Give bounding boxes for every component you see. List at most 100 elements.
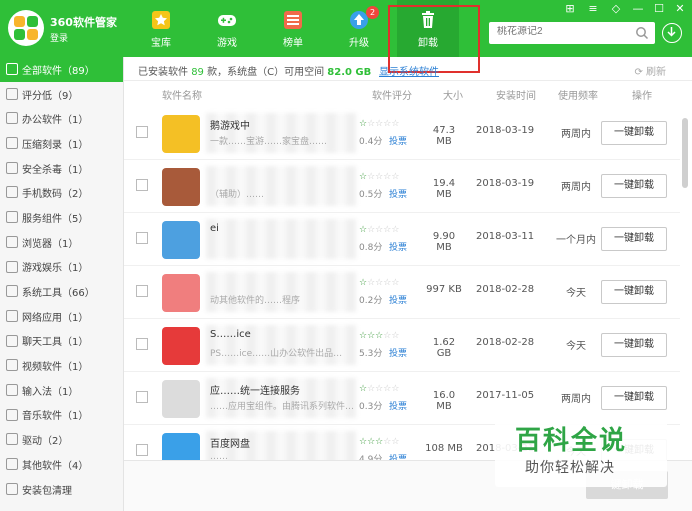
show-system-software-link[interactable]: 显示系统软件 xyxy=(379,63,439,78)
software-size: 19.4 MB xyxy=(432,178,456,200)
maximize-icon[interactable]: ☐ xyxy=(651,2,667,16)
software-size: 47.3 MB xyxy=(432,125,456,147)
table-row[interactable]: ei ☆☆☆☆☆ 0.8分 投票 9.90 MB 2018-03-11 一个月内 一键卸载 xyxy=(124,213,680,266)
app-icon xyxy=(162,274,200,312)
vote-link[interactable]: 投票 xyxy=(389,240,407,253)
uninstall-button[interactable]: 一键卸载 xyxy=(601,227,667,251)
star-icon: ☆ xyxy=(367,331,376,341)
star-icon: ☆ xyxy=(367,225,376,235)
table-row[interactable]: 动其他软件的……程序 ☆☆☆☆☆ 0.2分 投票 997 KB 2018-02-28 今天 一… xyxy=(124,266,680,319)
table-row[interactable]: （辅助）…… ☆☆☆☆☆ 0.5分 投票 19.4 MB 2018-03-19 两周内 一键卸… xyxy=(124,160,680,213)
column-header-frequency[interactable]: 使用频率 xyxy=(558,87,598,102)
keyboard-icon xyxy=(6,383,18,396)
tab-upgrade[interactable]: 2 升级 xyxy=(331,6,387,52)
sidebar-item-input-method[interactable]: 输入法（1） xyxy=(0,378,123,403)
star-icon: ☆ xyxy=(391,119,400,129)
close-icon[interactable]: ✕ xyxy=(672,2,688,16)
sidebar-item-network[interactable]: 网络应用（1） xyxy=(0,304,123,329)
install-date: 2018-02-28 xyxy=(476,284,535,295)
tab-ranking[interactable]: 榜单 xyxy=(265,8,321,52)
sidebar-item-browser[interactable]: 浏览器（1） xyxy=(0,230,123,255)
uninstall-button[interactable]: 一键卸载 xyxy=(601,386,667,410)
vote-link[interactable]: 投票 xyxy=(389,134,407,147)
install-date: 2017-11-05 xyxy=(476,390,535,401)
usage-frequency: 今天 xyxy=(566,341,586,352)
tab-label: 游戏 xyxy=(217,38,237,49)
sidebar-item-label: 全部软件（89） xyxy=(22,65,95,77)
category-sidebar: 全部软件（89） 评分低（9） 办公软件（1） 压缩刻录（1） 安全杀毒（1） … xyxy=(0,57,124,511)
sidebar-item-mobile[interactable]: 手机数码（2） xyxy=(0,180,123,205)
sidebar-item-chat[interactable]: 聊天工具（1） xyxy=(0,329,123,354)
row-checkbox[interactable] xyxy=(136,391,148,403)
install-date: 2018-03-19 xyxy=(476,178,535,189)
install-date: 2018-03-11 xyxy=(476,231,535,242)
more-grid-icon xyxy=(6,458,18,470)
vote-link[interactable]: 投票 xyxy=(389,399,407,412)
row-checkbox[interactable] xyxy=(136,338,148,350)
menu-icon[interactable]: ≡ xyxy=(585,2,601,16)
vote-link[interactable]: 投票 xyxy=(389,187,407,200)
rating-stars: ☆☆☆☆☆ xyxy=(359,119,399,129)
sidebar-item-label: 聊天工具（1） xyxy=(22,337,89,349)
star-icon: ☆ xyxy=(367,437,376,447)
login-link[interactable]: 登录 xyxy=(50,31,68,44)
column-header-size[interactable]: 大小 xyxy=(443,87,463,102)
sidebar-item-package-cleanup[interactable]: 安装包清理 xyxy=(0,477,123,502)
trash-icon xyxy=(422,11,434,28)
sidebar-item-low-rating[interactable]: 评分低（9） xyxy=(0,82,123,107)
vote-link[interactable]: 投票 xyxy=(389,293,407,306)
software-description: PS……ice……山办公软件出品… xyxy=(210,349,343,359)
sidebar-item-system-tools[interactable]: 系统工具（66） xyxy=(0,279,123,304)
vote-link[interactable]: 投票 xyxy=(389,346,407,359)
uninstall-button[interactable]: 一键卸载 xyxy=(601,174,667,198)
sidebar-item-games[interactable]: 游戏娱乐（1） xyxy=(0,255,123,280)
table-row[interactable]: 鹅游戏中 一款……宝游……家宝盘…… ☆☆☆☆☆ 0.4分 投票 47.3 MB 2018-… xyxy=(124,107,680,160)
software-name: S……ice xyxy=(210,329,251,340)
sidebar-item-label: 网络应用（1） xyxy=(22,312,89,324)
tab-games[interactable]: 游戏 xyxy=(199,8,255,52)
minimize-icon[interactable]: — xyxy=(630,2,646,16)
sidebar-item-office[interactable]: 办公软件（1） xyxy=(0,106,123,131)
uninstall-button[interactable]: 一键卸载 xyxy=(601,121,667,145)
table-row[interactable]: S……ice PS……ice……山办公软件出品… ☆☆☆☆☆ 5.3分 投票 1.62 G… xyxy=(124,319,680,372)
rating-score: 0.4分 xyxy=(359,137,383,147)
column-header-name[interactable]: 软件名称 xyxy=(162,87,202,102)
search-input[interactable] xyxy=(497,26,633,37)
sidebar-item-music[interactable]: 音乐软件（1） xyxy=(0,403,123,428)
skin-icon[interactable]: ⊞ xyxy=(562,2,578,16)
download-manager-icon[interactable] xyxy=(662,23,682,43)
app-icon xyxy=(162,168,200,206)
row-checkbox[interactable] xyxy=(136,444,148,456)
scroll-thumb[interactable] xyxy=(682,118,688,188)
tab-uninstall[interactable]: 卸载 xyxy=(397,0,459,57)
sidebar-item-security[interactable]: 安全杀毒（1） xyxy=(0,156,123,181)
row-checkbox[interactable] xyxy=(136,232,148,244)
column-header-rating[interactable]: 软件评分 xyxy=(372,87,412,102)
uninstall-button[interactable]: 一键卸载 xyxy=(601,280,667,304)
gamepad-icon xyxy=(218,15,236,26)
summary-prefix: 已安装软件 xyxy=(138,67,188,78)
row-checkbox[interactable] xyxy=(136,126,148,138)
refresh-button[interactable]: ⟳ 刷新 xyxy=(634,63,666,78)
tab-treasury[interactable]: 宝库 xyxy=(133,8,189,52)
sidebar-item-label: 安装包清理 xyxy=(22,485,72,497)
rating-score: 5.3分 xyxy=(359,349,383,359)
sidebar-item-all[interactable]: 全部软件（89） xyxy=(0,57,123,82)
sidebar-item-label: 其他软件（4） xyxy=(22,460,89,472)
sidebar-item-other[interactable]: 其他软件（4） xyxy=(0,452,123,477)
star-icon: ☆ xyxy=(391,384,400,394)
sidebar-item-services[interactable]: 服务组件（5） xyxy=(0,205,123,230)
search-icon[interactable] xyxy=(635,26,649,40)
more-icon[interactable]: ◇ xyxy=(608,2,624,16)
sidebar-item-drivers[interactable]: 驱动（2） xyxy=(0,427,123,452)
sidebar-item-video[interactable]: 视频软件（1） xyxy=(0,353,123,378)
sidebar-item-label: 办公软件（1） xyxy=(22,115,89,127)
column-header-install-time[interactable]: 安装时间 xyxy=(496,87,536,102)
rating-stars: ☆☆☆☆☆ xyxy=(359,437,399,447)
row-checkbox[interactable] xyxy=(136,179,148,191)
sidebar-item-compression[interactable]: 压缩刻录（1） xyxy=(0,131,123,156)
scrollbar[interactable] xyxy=(681,100,689,460)
uninstall-button[interactable]: 一键卸载 xyxy=(601,333,667,357)
row-checkbox[interactable] xyxy=(136,285,148,297)
software-name: 百度网盘 xyxy=(210,439,250,450)
